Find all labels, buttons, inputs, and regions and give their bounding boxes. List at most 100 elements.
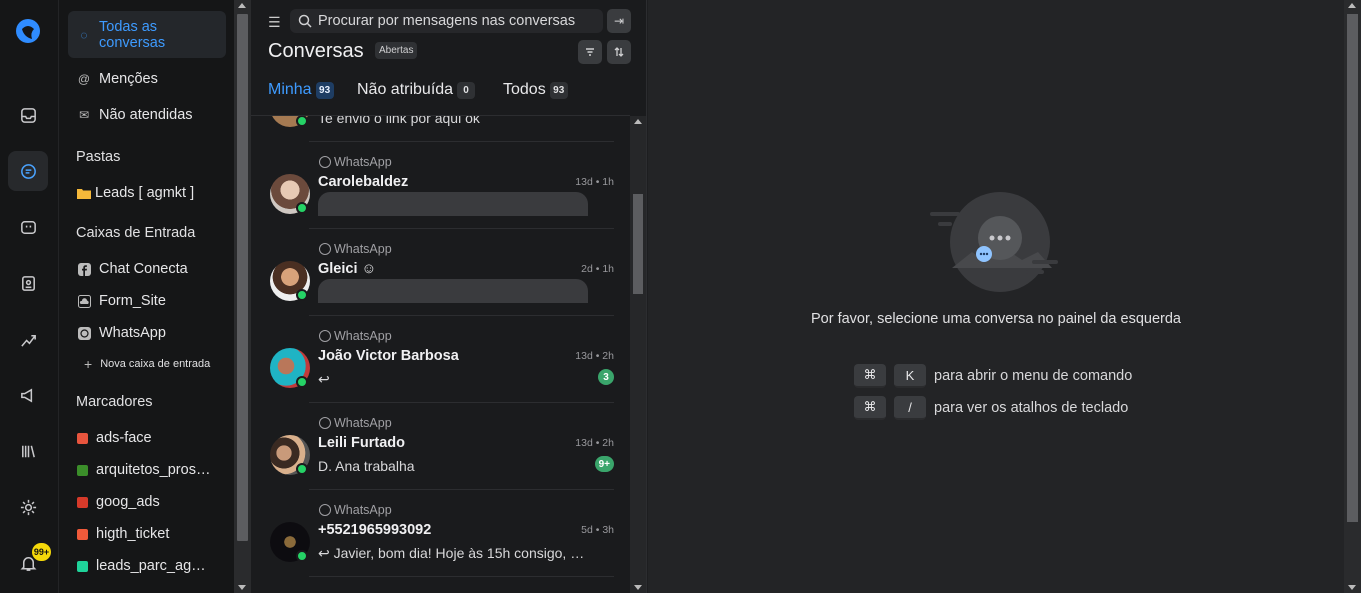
main-scrollbar[interactable] <box>1344 0 1361 593</box>
scroll-up-arrow[interactable] <box>1348 3 1356 8</box>
captain-icon[interactable] <box>8 207 48 247</box>
settings-icon[interactable] <box>8 487 48 527</box>
tab-label: Não atribuída <box>357 81 454 98</box>
sidebar-item-label-arquitetos[interactable]: arquitetos_pros… <box>68 462 226 478</box>
conversation-item[interactable]: WhatsApp Gleici ☺ 2d • 1h <box>251 229 630 316</box>
sort-button[interactable] <box>607 40 631 64</box>
sidebar-item-label: arquitetos_pros… <box>96 462 211 478</box>
conversation-last-message: Te envio o link por aqui ok <box>318 116 480 126</box>
conversation-item-partial[interactable]: Te envio o link por aqui ok <box>251 116 630 142</box>
label-color-swatch <box>77 496 88 508</box>
conversation-list-scrollbar[interactable] <box>630 116 646 593</box>
tab-count: 93 <box>315 81 334 99</box>
conversation-item[interactable]: WhatsApp Carolebaldez 13d • 1h <box>251 142 630 229</box>
sidebar-item-label: ads-face <box>96 430 152 446</box>
label-color-swatch <box>77 528 88 540</box>
scroll-up-arrow[interactable] <box>634 119 642 124</box>
whatsapp-status-icon <box>296 202 308 214</box>
conversation-item[interactable]: WhatsApp +5521965993092 5d • 3h ↩ Javier… <box>251 490 630 577</box>
hamburger-menu-icon[interactable]: ☰ <box>268 14 281 31</box>
sidebar-item-label: goog_ads <box>96 494 160 510</box>
sidebar-item-inbox-whatsapp[interactable]: WhatsApp <box>68 325 226 341</box>
chat-bubble-icon: ◌ <box>80 28 88 42</box>
conversations-icon[interactable] <box>8 151 48 191</box>
campaigns-icon[interactable] <box>8 375 48 415</box>
search-input[interactable] <box>318 13 598 29</box>
sidebar-item-label-higth-ticket[interactable]: higth_ticket <box>68 526 226 542</box>
sidebar-item-mentions[interactable]: @ Menções <box>68 71 226 87</box>
icon-rail: 99+ <box>0 0 59 593</box>
toggle-sidebar-button[interactable]: ⇥ <box>607 9 631 33</box>
channel-name: WhatsApp <box>334 242 392 256</box>
channel-label: WhatsApp <box>319 416 392 430</box>
conversation-time: 13d • 2h <box>575 437 614 449</box>
shortcut-description: para abrir o menu de comando <box>934 368 1133 384</box>
whatsapp-icon <box>319 417 331 429</box>
conversation-item[interactable]: WhatsApp João Victor Barbosa 13d • 2h ↩ … <box>251 316 630 403</box>
inbox-icon[interactable] <box>8 95 48 135</box>
sidebar-item-inbox-form-site[interactable]: Form_Site <box>68 293 226 309</box>
logo-icon[interactable] <box>14 17 42 45</box>
label-color-swatch <box>77 560 88 572</box>
scrollbar-thumb[interactable] <box>1347 14 1358 522</box>
whatsapp-icon <box>319 243 331 255</box>
scroll-up-arrow[interactable] <box>238 3 246 8</box>
shortcut-description: para ver os atalhos de teclado <box>934 400 1129 416</box>
tab-label: Minha <box>268 81 312 98</box>
scrollbar-thumb[interactable] <box>633 194 643 294</box>
sidebar-item-label-ads-face[interactable]: ads-face <box>68 430 226 446</box>
sidebar-scrollbar[interactable] <box>234 0 251 593</box>
search-box[interactable] <box>290 9 603 33</box>
status-badge[interactable]: Abertas <box>375 42 418 59</box>
page-title: Conversas <box>268 40 364 62</box>
facebook-icon <box>77 262 91 276</box>
tab-all[interactable]: Todos 93 <box>503 81 568 99</box>
scroll-down-arrow[interactable] <box>238 585 246 590</box>
sidebar-item-label: WhatsApp <box>99 325 166 341</box>
reports-icon[interactable] <box>8 319 48 359</box>
conversation-last-message: ↩ Javier, bom dia! Hoje às 15h consigo, … <box>318 545 585 561</box>
shortcut-keyboard-shortcuts: ⌘ / para ver os atalhos de teclado <box>854 396 1128 420</box>
tab-unassigned[interactable]: Não atribuída 0 <box>357 81 476 99</box>
contact-name: Carolebaldez <box>318 174 409 190</box>
sidebar-item-label-leads-parc[interactable]: leads_parc_ag… <box>68 558 226 574</box>
sidebar-item-label-goog-ads[interactable]: goog_ads <box>68 494 226 510</box>
labels-heading: Marcadores <box>76 394 153 410</box>
sidebar-item-label: Todas as conversas <box>99 19 166 51</box>
conversation-time: 13d • 2h <box>575 350 614 362</box>
channel-name: WhatsApp <box>334 503 392 517</box>
channel-name: WhatsApp <box>334 329 392 343</box>
scroll-down-arrow[interactable] <box>634 585 642 590</box>
new-inbox-label: Nova caixa de entrada <box>100 358 211 370</box>
whatsapp-status-icon <box>296 116 308 127</box>
shortcut-command-menu: ⌘ K para abrir o menu de comando <box>854 364 1132 388</box>
whatsapp-icon <box>77 326 91 340</box>
conversation-last-message: ↩ <box>318 371 330 387</box>
app: 99+ ◌ Todas as conversas @ Menções ✉ Não… <box>0 0 1361 593</box>
filter-button[interactable] <box>578 40 602 64</box>
scrollbar-thumb[interactable] <box>237 14 248 541</box>
channel-label: WhatsApp <box>319 503 392 517</box>
sidebar-item-folder[interactable]: Leads [ agmkt ] <box>68 185 226 201</box>
audio-message-preview <box>318 192 588 216</box>
contacts-icon[interactable] <box>8 263 48 303</box>
new-inbox-link[interactable]: + Nova caixa de entrada <box>84 356 210 372</box>
library-icon[interactable] <box>8 431 48 471</box>
scroll-down-arrow[interactable] <box>1348 585 1356 590</box>
conversation-time: 13d • 1h <box>575 176 614 188</box>
conversation-last-message: D. Ana trabalha <box>318 458 415 474</box>
sidebar-item-label: Menções <box>99 71 158 87</box>
sidebar-item-inbox-chat-conecta[interactable]: Chat Conecta <box>68 261 226 277</box>
whatsapp-icon <box>319 156 331 168</box>
sidebar-item-unattended[interactable]: ✉ Não atendidas <box>68 107 226 123</box>
folder-icon <box>77 186 91 200</box>
plus-icon: + <box>84 356 93 372</box>
sidebar-item-label: higth_ticket <box>96 526 170 542</box>
unread-count-badge: 9+ <box>594 456 614 472</box>
tab-label: Todos <box>503 81 546 98</box>
folders-heading: Pastas <box>76 149 121 165</box>
tab-mine[interactable]: Minha 93 <box>268 81 334 99</box>
sidebar-item-all-conversations[interactable]: ◌ Todas as conversas <box>68 11 226 58</box>
conversation-item[interactable]: WhatsApp Leili Furtado 13d • 2h D. Ana t… <box>251 403 630 490</box>
audio-message-preview <box>318 279 588 303</box>
